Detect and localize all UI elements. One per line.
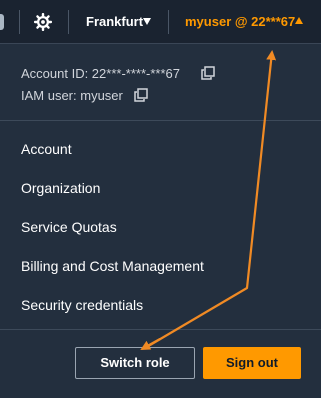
iam-user-text: IAM user: myuser <box>21 88 123 103</box>
region-selector[interactable]: Frankfurt <box>86 14 143 29</box>
caret-down-icon[interactable] <box>143 18 151 25</box>
gear-icon[interactable] <box>34 13 52 31</box>
caret-up-icon[interactable] <box>295 17 303 24</box>
sign-out-button[interactable]: Sign out <box>203 347 301 379</box>
menu-item-billing[interactable]: Billing and Cost Management <box>21 258 204 274</box>
copy-icon[interactable] <box>201 66 215 80</box>
divider <box>168 10 169 34</box>
divider <box>0 329 321 330</box>
divider <box>19 10 20 34</box>
menu-item-account[interactable]: Account <box>21 141 72 157</box>
switch-role-button[interactable]: Switch role <box>75 347 195 379</box>
menu-item-organization[interactable]: Organization <box>21 180 100 196</box>
divider <box>68 10 69 34</box>
menu-item-service-quotas[interactable]: Service Quotas <box>21 219 117 235</box>
truncated-icon <box>0 14 4 30</box>
account-id-text: Account ID: 22***-****-***67 <box>21 66 180 81</box>
divider <box>0 120 321 121</box>
user-menu-button[interactable]: myuser @ 22***67 <box>185 14 295 29</box>
top-navigation-bar: Frankfurt myuser @ 22***67 <box>0 0 321 44</box>
menu-item-security-credentials[interactable]: Security credentials <box>21 297 143 313</box>
copy-icon[interactable] <box>134 88 148 102</box>
